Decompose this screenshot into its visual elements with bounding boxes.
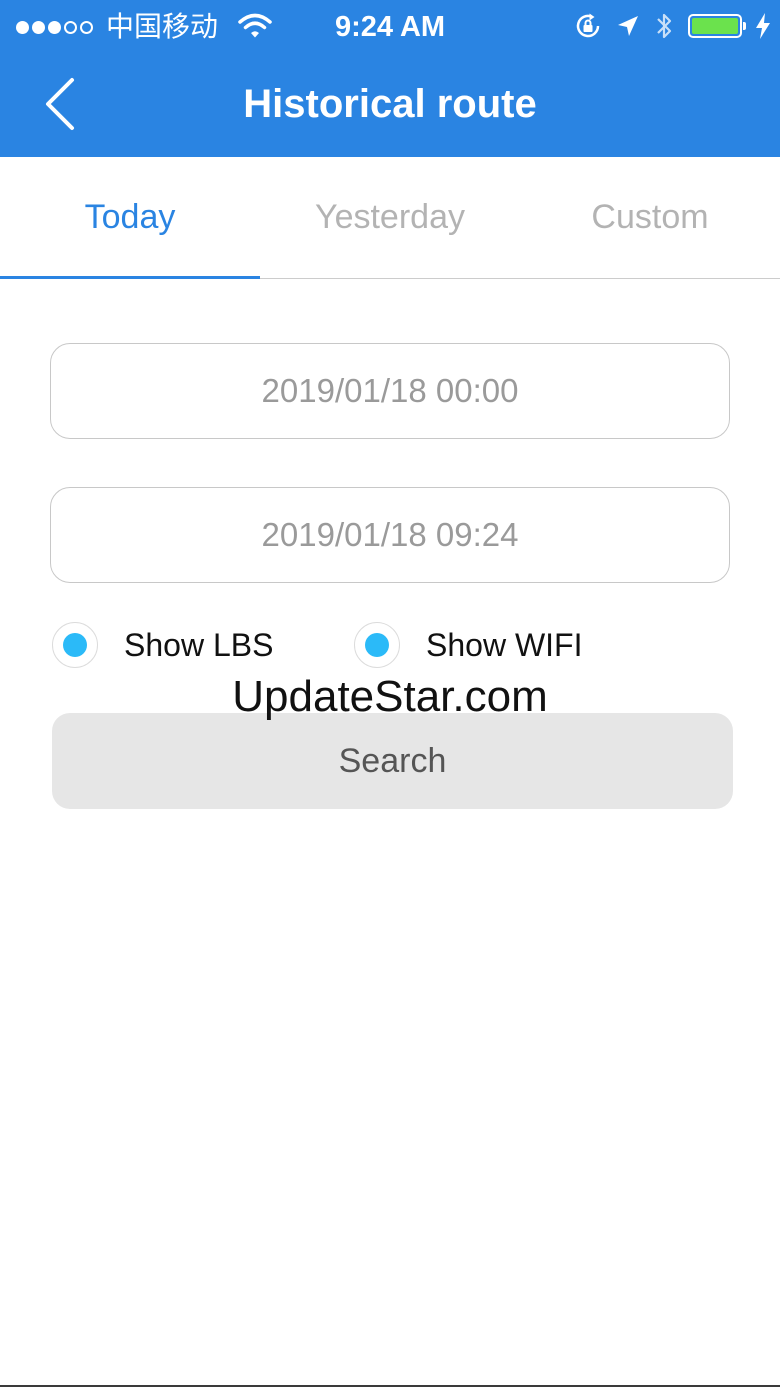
end-time-field[interactable]: 2019/01/18 09:24 xyxy=(50,487,730,583)
tab-label: Custom xyxy=(591,198,709,236)
bluetooth-icon xyxy=(657,13,672,39)
header: 中国移动 9:24 AM Historical route xyxy=(0,0,780,157)
page-title: Historical route xyxy=(243,82,537,126)
tab-label: Yesterday xyxy=(315,198,465,236)
tab-yesterday[interactable]: Yesterday xyxy=(260,157,520,278)
nav-bar: Historical route xyxy=(0,52,780,157)
tab-custom[interactable]: Custom xyxy=(520,157,780,278)
battery-icon xyxy=(688,14,746,38)
charging-bolt-icon xyxy=(756,13,770,39)
status-bar: 中国移动 9:24 AM xyxy=(0,0,780,52)
tab-active-indicator xyxy=(0,276,260,279)
show-lbs-option[interactable]: Show LBS xyxy=(52,620,273,670)
show-lbs-radio[interactable] xyxy=(52,622,98,668)
location-arrow-icon xyxy=(618,16,638,36)
start-time-field[interactable]: 2019/01/18 00:00 xyxy=(50,343,730,439)
show-wifi-radio[interactable] xyxy=(354,622,400,668)
radio-selected-dot xyxy=(63,633,87,657)
battery-tip xyxy=(743,22,746,30)
tab-bar: Today Yesterday Custom xyxy=(0,157,780,279)
show-wifi-label: Show WIFI xyxy=(426,626,583,663)
show-wifi-option[interactable]: Show WIFI xyxy=(354,620,582,670)
radio-selected-dot xyxy=(365,633,389,657)
tab-label: Today xyxy=(84,198,176,236)
show-lbs-label: Show LBS xyxy=(124,626,274,663)
status-icons xyxy=(574,10,770,42)
search-button-label: Search xyxy=(338,741,447,780)
search-button[interactable]: Search xyxy=(52,713,733,809)
rotation-lock-icon xyxy=(576,13,600,38)
tab-today[interactable]: Today xyxy=(0,157,260,279)
app-screen: 中国移动 9:24 AM Historical route Today Yest… xyxy=(0,0,780,1387)
battery-level xyxy=(692,18,738,34)
